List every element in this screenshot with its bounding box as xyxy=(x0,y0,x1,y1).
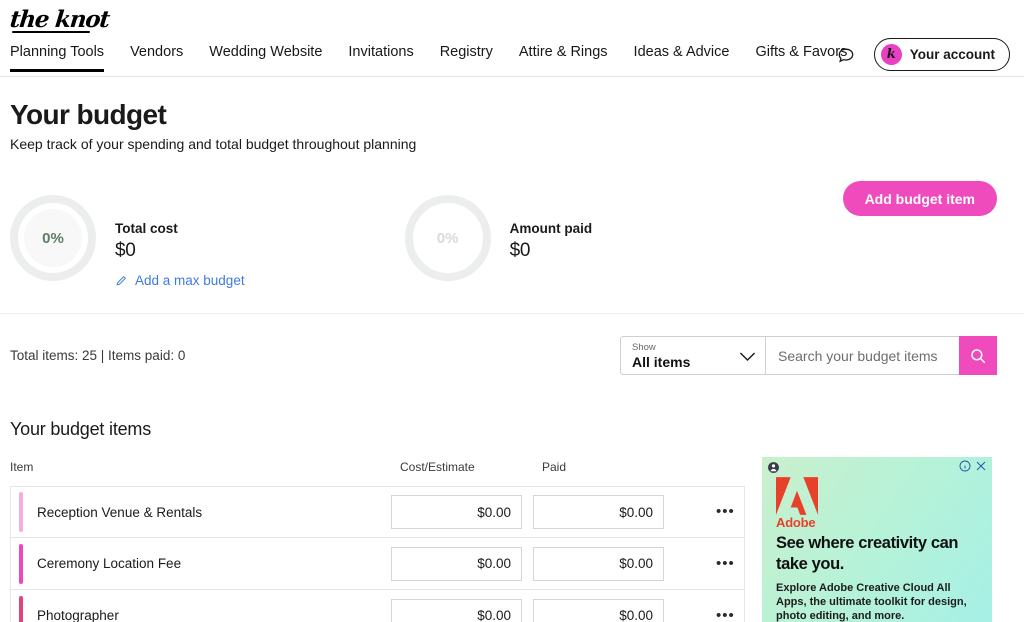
total-cost-donut: 0% xyxy=(10,195,96,281)
nav-item-planning-tools[interactable]: Planning Tools xyxy=(10,43,105,72)
nav-item-registry[interactable]: Registry xyxy=(440,43,493,69)
adobe-wordmark: Adobe xyxy=(776,515,816,530)
row-accent-bar xyxy=(19,543,23,584)
search-box xyxy=(765,336,997,375)
adchoices-icon[interactable] xyxy=(767,461,780,474)
avatar: k xyxy=(880,44,902,65)
row-item-name: Reception Venue & Rentals xyxy=(37,504,203,520)
table-row[interactable]: Photographer ••• xyxy=(10,590,745,622)
show-filter-dropdown[interactable]: Show All items xyxy=(620,336,768,375)
row-paid-input[interactable] xyxy=(533,495,664,529)
main-nav-links: Planning Tools Vendors Wedding Website I… xyxy=(10,43,847,72)
row-cost-input[interactable] xyxy=(391,546,522,581)
search-icon xyxy=(971,348,986,363)
budget-items-title: Your budget items xyxy=(10,419,152,439)
show-filter-label: Show xyxy=(632,342,656,353)
total-cost-group: 0% Total cost $0 Add a max budget xyxy=(10,195,245,313)
table-row[interactable]: Reception Venue & Rentals ••• xyxy=(10,486,745,538)
total-cost-label: Total cost xyxy=(115,221,178,236)
info-icon[interactable] xyxy=(959,460,971,472)
add-max-budget-link[interactable]: Add a max budget xyxy=(115,273,245,288)
row-cost-input[interactable] xyxy=(391,495,522,529)
amount-paid-label: Amount paid xyxy=(509,221,593,236)
advertisement-banner[interactable]: Adobe See where creativity can take you.… xyxy=(762,457,992,622)
nav-item-invitations[interactable]: Invitations xyxy=(348,43,413,69)
nav-item-wedding-website[interactable]: Wedding Website xyxy=(209,43,322,69)
row-paid-input[interactable] xyxy=(533,546,664,581)
row-accent-bar xyxy=(19,492,23,532)
ad-controls xyxy=(959,460,987,472)
column-header-item: Item xyxy=(10,460,34,474)
nav-item-gifts-favors[interactable]: Gifts & Favors xyxy=(755,43,847,69)
total-cost-value: $0 xyxy=(115,240,136,261)
nav-item-attire-rings[interactable]: Attire & Rings xyxy=(519,43,608,69)
row-menu-icon[interactable]: ••• xyxy=(716,556,735,571)
show-filter-value: All items xyxy=(632,354,691,370)
column-header-paid: Paid xyxy=(542,460,567,474)
page-title: Your budget xyxy=(10,99,167,130)
chat-bubble-icon[interactable] xyxy=(836,45,856,65)
amount-paid-value: $0 xyxy=(509,240,531,261)
nav-right-controls: k Your account xyxy=(836,38,1010,71)
logo-underline xyxy=(12,31,90,33)
add-max-budget-label: Add a max budget xyxy=(135,273,245,288)
table-row[interactable]: Ceremony Location Fee ••• xyxy=(10,538,745,590)
page-subtitle: Keep track of your spending and total bu… xyxy=(10,136,417,152)
amount-paid-info: Amount paid $0 xyxy=(510,195,593,262)
account-button[interactable]: k Your account xyxy=(873,38,1010,71)
row-paid-input[interactable] xyxy=(533,598,664,622)
amount-paid-group: 0% Amount paid $0 xyxy=(404,195,593,313)
ad-body-text: Explore Adobe Creative Cloud All Apps, t… xyxy=(776,582,967,622)
top-navigation-bar: the knot Planning Tools Vendors Wedding … xyxy=(0,0,1024,76)
search-input[interactable] xyxy=(765,336,959,375)
row-accent-bar xyxy=(19,595,23,622)
row-item-name: Ceremony Location Fee xyxy=(37,556,182,571)
site-logo[interactable]: the knot xyxy=(9,6,111,33)
items-count-summary: Total items: 25 | Items paid: 0 xyxy=(10,348,186,363)
row-cost-input[interactable] xyxy=(391,598,522,622)
page-header: Your budget Keep track of your spending … xyxy=(0,77,1024,216)
close-icon[interactable] xyxy=(975,460,987,472)
total-cost-info: Total cost $0 Add a max budget xyxy=(115,195,245,288)
chevron-down-icon xyxy=(739,352,756,362)
column-header-cost: Cost/Estimate xyxy=(400,460,475,474)
total-cost-percent: 0% xyxy=(42,229,64,247)
account-label: Your account xyxy=(909,47,995,62)
adobe-logo-icon xyxy=(776,477,818,515)
add-budget-item-button[interactable]: Add budget item xyxy=(842,181,997,216)
filter-bar: Total items: 25 | Items paid: 0 Show All… xyxy=(0,313,1024,395)
row-menu-icon[interactable]: ••• xyxy=(716,504,735,519)
nav-item-ideas-advice[interactable]: Ideas & Advice xyxy=(634,43,730,69)
pencil-icon xyxy=(116,276,126,286)
amount-paid-percent: 0% xyxy=(436,229,459,247)
row-menu-icon[interactable]: ••• xyxy=(716,608,735,622)
row-item-name: Photographer xyxy=(37,608,119,622)
nav-item-vendors[interactable]: Vendors xyxy=(130,43,183,69)
ad-headline: See where creativity can take you. xyxy=(776,534,959,573)
search-button[interactable] xyxy=(959,336,997,375)
amount-paid-donut: 0% xyxy=(404,195,491,281)
